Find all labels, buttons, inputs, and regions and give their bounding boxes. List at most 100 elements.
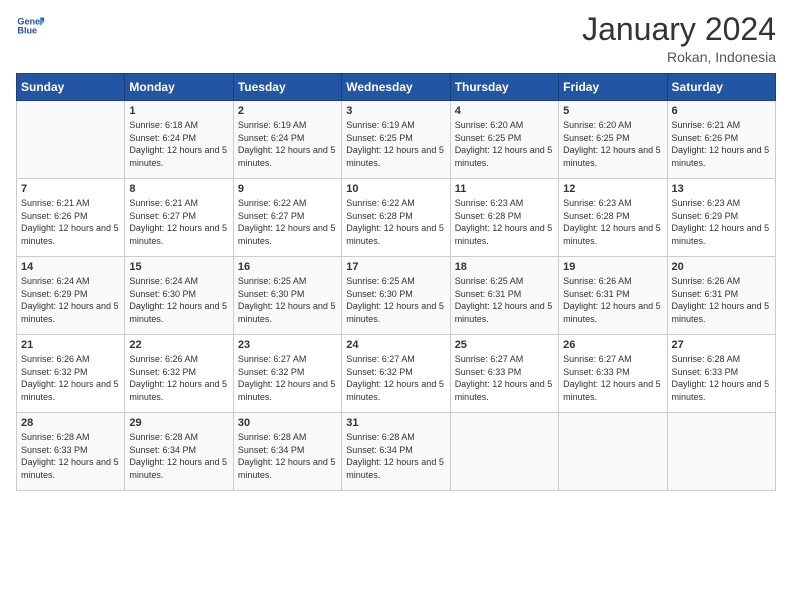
logo-icon: General Blue xyxy=(16,12,44,40)
cell-info: Sunrise: 6:22 AMSunset: 6:28 PMDaylight:… xyxy=(346,197,445,247)
cell-info: Sunrise: 6:18 AMSunset: 6:24 PMDaylight:… xyxy=(129,119,228,169)
day-number: 10 xyxy=(346,183,445,195)
cell-info: Sunrise: 6:25 AMSunset: 6:31 PMDaylight:… xyxy=(455,275,554,325)
cell-info: Sunrise: 6:23 AMSunset: 6:28 PMDaylight:… xyxy=(563,197,662,247)
calendar-subtitle: Rokan, Indonesia xyxy=(582,49,776,65)
day-number: 15 xyxy=(129,261,228,273)
calendar-cell: 29 Sunrise: 6:28 AMSunset: 6:34 PMDayligh… xyxy=(125,413,233,491)
cell-info: Sunrise: 6:25 AMSunset: 6:30 PMDaylight:… xyxy=(346,275,445,325)
cell-info: Sunrise: 6:27 AMSunset: 6:33 PMDaylight:… xyxy=(563,353,662,403)
calendar-cell: 13 Sunrise: 6:23 AMSunset: 6:29 PMDayligh… xyxy=(667,179,775,257)
cell-info: Sunrise: 6:19 AMSunset: 6:25 PMDaylight:… xyxy=(346,119,445,169)
cell-info: Sunrise: 6:21 AMSunset: 6:26 PMDaylight:… xyxy=(21,197,120,247)
cell-info: Sunrise: 6:23 AMSunset: 6:29 PMDaylight:… xyxy=(672,197,771,247)
cell-info: Sunrise: 6:26 AMSunset: 6:32 PMDaylight:… xyxy=(129,353,228,403)
day-number: 19 xyxy=(563,261,662,273)
calendar-cell: 15 Sunrise: 6:24 AMSunset: 6:30 PMDayligh… xyxy=(125,257,233,335)
day-number: 31 xyxy=(346,417,445,429)
calendar-cell xyxy=(17,101,125,179)
day-number: 1 xyxy=(129,105,228,117)
day-number: 22 xyxy=(129,339,228,351)
calendar-cell: 23Sunrise: 6:27 AMSunset: 6:32 PMDayligh… xyxy=(233,335,341,413)
header-day: Tuesday xyxy=(233,74,341,101)
day-number: 26 xyxy=(563,339,662,351)
day-number: 21 xyxy=(21,339,120,351)
calendar-cell: 8 Sunrise: 6:21 AMSunset: 6:27 PMDaylight… xyxy=(125,179,233,257)
day-number: 3 xyxy=(346,105,445,117)
calendar-cell: 19 Sunrise: 6:26 AMSunset: 6:31 PMDayligh… xyxy=(559,257,667,335)
calendar-cell: 17 Sunrise: 6:25 AMSunset: 6:30 PMDayligh… xyxy=(342,257,450,335)
cell-info: Sunrise: 6:28 AMSunset: 6:34 PMDaylight:… xyxy=(129,431,228,481)
cell-info: Sunrise: 6:27 AMSunset: 6:33 PMDaylight:… xyxy=(455,353,554,403)
cell-info: Sunrise: 6:22 AMSunset: 6:27 PMDaylight:… xyxy=(238,197,337,247)
calendar-cell: 1 Sunrise: 6:18 AMSunset: 6:24 PMDaylight… xyxy=(125,101,233,179)
calendar-table: SundayMondayTuesdayWednesdayThursdayFrid… xyxy=(16,73,776,491)
calendar-cell: 5 Sunrise: 6:20 AMSunset: 6:25 PMDaylight… xyxy=(559,101,667,179)
cell-info: Sunrise: 6:26 AMSunset: 6:31 PMDaylight:… xyxy=(563,275,662,325)
cell-info: Sunrise: 6:27 AMSunset: 6:32 PMDaylight:… xyxy=(346,353,445,403)
calendar-week-row: 7 Sunrise: 6:21 AMSunset: 6:26 PMDaylight… xyxy=(17,179,776,257)
cell-info: Sunrise: 6:28 AMSunset: 6:34 PMDaylight:… xyxy=(346,431,445,481)
day-number: 2 xyxy=(238,105,337,117)
day-number: 13 xyxy=(672,183,771,195)
header-day: Friday xyxy=(559,74,667,101)
day-number: 7 xyxy=(21,183,120,195)
calendar-cell: 9 Sunrise: 6:22 AMSunset: 6:27 PMDaylight… xyxy=(233,179,341,257)
title-block: January 2024 Rokan, Indonesia xyxy=(582,12,776,65)
cell-info: Sunrise: 6:19 AMSunset: 6:24 PMDaylight:… xyxy=(238,119,337,169)
calendar-week-row: 28Sunrise: 6:28 AMSunset: 6:33 PMDayligh… xyxy=(17,413,776,491)
cell-info: Sunrise: 6:25 AMSunset: 6:30 PMDaylight:… xyxy=(238,275,337,325)
calendar-cell: 18 Sunrise: 6:25 AMSunset: 6:31 PMDayligh… xyxy=(450,257,558,335)
page-container: General Blue General Blue January 2024 R… xyxy=(0,0,792,499)
cell-info: Sunrise: 6:28 AMSunset: 6:33 PMDaylight:… xyxy=(672,353,771,403)
logo: General Blue General Blue xyxy=(16,12,44,40)
calendar-cell: 30Sunrise: 6:28 AMSunset: 6:34 PMDayligh… xyxy=(233,413,341,491)
header-day: Monday xyxy=(125,74,233,101)
header-day: Saturday xyxy=(667,74,775,101)
day-number: 27 xyxy=(672,339,771,351)
calendar-cell: 4Sunrise: 6:20 AMSunset: 6:25 PMDaylight… xyxy=(450,101,558,179)
header-day: Sunday xyxy=(17,74,125,101)
cell-info: Sunrise: 6:21 AMSunset: 6:27 PMDaylight:… xyxy=(129,197,228,247)
cell-info: Sunrise: 6:20 AMSunset: 6:25 PMDaylight:… xyxy=(455,119,554,169)
day-number: 20 xyxy=(672,261,771,273)
cell-info: Sunrise: 6:27 AMSunset: 6:32 PMDaylight:… xyxy=(238,353,337,403)
header-day: Thursday xyxy=(450,74,558,101)
calendar-week-row: 14Sunrise: 6:24 AMSunset: 6:29 PMDayligh… xyxy=(17,257,776,335)
calendar-cell: 10 Sunrise: 6:22 AMSunset: 6:28 PMDayligh… xyxy=(342,179,450,257)
cell-info: Sunrise: 6:28 AMSunset: 6:33 PMDaylight:… xyxy=(21,431,120,481)
calendar-cell: 11Sunrise: 6:23 AMSunset: 6:28 PMDayligh… xyxy=(450,179,558,257)
calendar-cell: 20 Sunrise: 6:26 AMSunset: 6:31 PMDayligh… xyxy=(667,257,775,335)
cell-info: Sunrise: 6:20 AMSunset: 6:25 PMDaylight:… xyxy=(563,119,662,169)
day-number: 9 xyxy=(238,183,337,195)
calendar-cell: 16 Sunrise: 6:25 AMSunset: 6:30 PMDayligh… xyxy=(233,257,341,335)
calendar-cell: 27 Sunrise: 6:28 AMSunset: 6:33 PMDayligh… xyxy=(667,335,775,413)
day-number: 29 xyxy=(129,417,228,429)
calendar-title: January 2024 xyxy=(582,12,776,47)
calendar-cell: 25Sunrise: 6:27 AMSunset: 6:33 PMDayligh… xyxy=(450,335,558,413)
day-number: 24 xyxy=(346,339,445,351)
header: General Blue General Blue January 2024 R… xyxy=(16,12,776,65)
calendar-cell: 24 Sunrise: 6:27 AMSunset: 6:32 PMDayligh… xyxy=(342,335,450,413)
day-number: 8 xyxy=(129,183,228,195)
header-row: SundayMondayTuesdayWednesdayThursdayFrid… xyxy=(17,74,776,101)
cell-info: Sunrise: 6:24 AMSunset: 6:30 PMDaylight:… xyxy=(129,275,228,325)
day-number: 11 xyxy=(455,183,554,195)
cell-info: Sunrise: 6:28 AMSunset: 6:34 PMDaylight:… xyxy=(238,431,337,481)
day-number: 18 xyxy=(455,261,554,273)
svg-text:Blue: Blue xyxy=(17,26,37,36)
calendar-cell: 22 Sunrise: 6:26 AMSunset: 6:32 PMDayligh… xyxy=(125,335,233,413)
calendar-week-row: 21 Sunrise: 6:26 AMSunset: 6:32 PMDayligh… xyxy=(17,335,776,413)
day-number: 5 xyxy=(563,105,662,117)
calendar-week-row: 1 Sunrise: 6:18 AMSunset: 6:24 PMDaylight… xyxy=(17,101,776,179)
calendar-cell: 14Sunrise: 6:24 AMSunset: 6:29 PMDayligh… xyxy=(17,257,125,335)
calendar-cell: 2 Sunrise: 6:19 AMSunset: 6:24 PMDaylight… xyxy=(233,101,341,179)
day-number: 17 xyxy=(346,261,445,273)
day-number: 16 xyxy=(238,261,337,273)
calendar-cell: 28Sunrise: 6:28 AMSunset: 6:33 PMDayligh… xyxy=(17,413,125,491)
calendar-cell: 6Sunrise: 6:21 AMSunset: 6:26 PMDaylight… xyxy=(667,101,775,179)
calendar-cell xyxy=(559,413,667,491)
calendar-body: 1 Sunrise: 6:18 AMSunset: 6:24 PMDaylight… xyxy=(17,101,776,491)
cell-info: Sunrise: 6:24 AMSunset: 6:29 PMDaylight:… xyxy=(21,275,120,325)
cell-info: Sunrise: 6:26 AMSunset: 6:31 PMDaylight:… xyxy=(672,275,771,325)
